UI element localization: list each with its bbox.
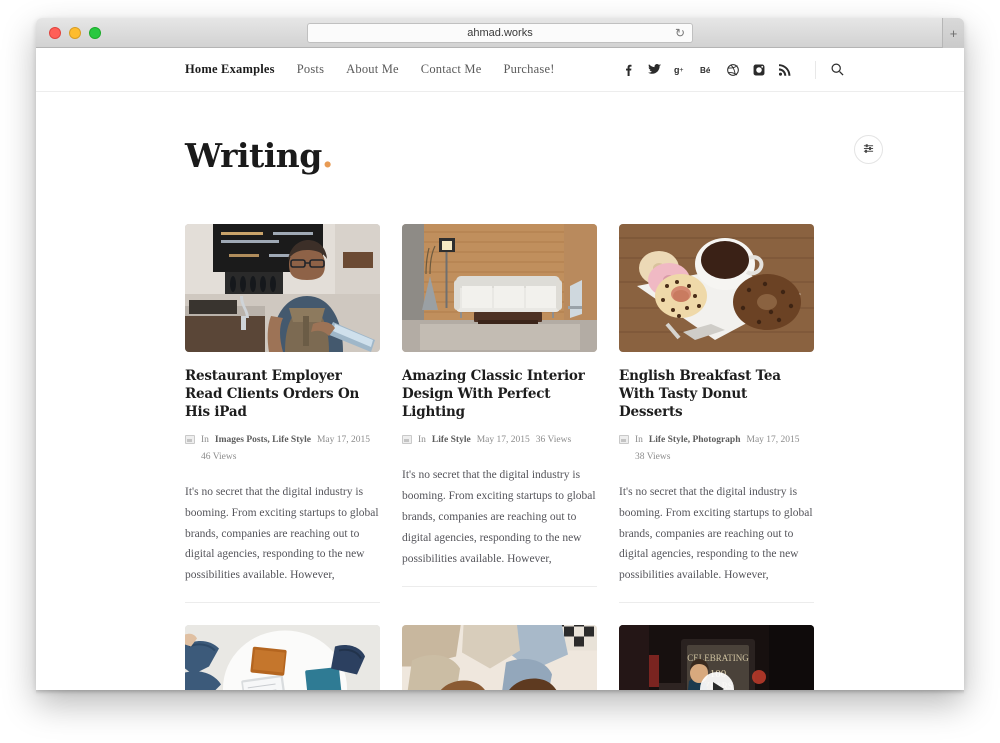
post-thumbnail[interactable] — [402, 224, 597, 352]
dribbble-icon[interactable] — [726, 63, 739, 76]
post-card: English Breakfast Tea With Tasty Donut D… — [619, 224, 814, 604]
post-card: Amazing Classic Interior Design With Per… — [402, 224, 597, 603]
page-title-accent: . — [321, 136, 334, 175]
page-title-text: Writing — [185, 136, 322, 175]
post-meta: In Life Style, Photograph May 17, 2015 3… — [619, 432, 814, 465]
minimize-window-button[interactable] — [69, 26, 81, 39]
social-links: g + Bé — [622, 60, 928, 79]
page-header: Writing. — [185, 135, 928, 185]
traffic-light-buttons — [49, 26, 101, 39]
post-meta: In Life Style May 17, 2015 36 Views — [402, 432, 597, 449]
page-title: Writing. — [185, 139, 928, 172]
post-video-thumbnail[interactable]: CELEBRATING 100 YEARS — [619, 625, 814, 690]
url-text: ahmad.works — [467, 27, 533, 39]
post-meta-line: In Life Style, Photograph May 17, 2015 — [635, 432, 800, 449]
layout-filter-button[interactable] — [854, 135, 883, 164]
nav-item-contact-me[interactable]: Contact Me — [421, 62, 482, 77]
post-categories[interactable]: Life Style — [432, 432, 471, 449]
post-categories[interactable]: Images Posts, Life Style — [215, 432, 311, 449]
search-icon[interactable] — [815, 60, 844, 79]
post-thumbnail[interactable] — [185, 625, 380, 690]
post-excerpt: It's no secret that the digital industry… — [402, 469, 596, 565]
post-views: 46 Views — [201, 452, 237, 463]
post-in-label: In — [635, 435, 643, 446]
post-card: Restaurant Employer Read Clients Orders … — [185, 224, 380, 604]
post-card: CELEBRATING 100 YEARS — [619, 625, 814, 690]
post-grid-row-2: « » CELEBRATING 100 YEARS — [185, 625, 865, 690]
post-title[interactable]: Amazing Classic Interior Design With Per… — [402, 368, 597, 421]
google-plus-icon[interactable]: g + — [674, 63, 687, 76]
post-in-label: In — [418, 435, 426, 446]
donuts-and-coffee-photo — [619, 224, 814, 352]
web-page: Home Examples Posts About Me Contact Me … — [36, 48, 964, 690]
browser-window: ahmad.works ↻ + Home Examples Posts Abou… — [36, 18, 964, 690]
reload-icon[interactable]: ↻ — [675, 27, 685, 39]
instagram-icon[interactable] — [752, 63, 765, 76]
browser-titlebar: ahmad.works ↻ + — [36, 18, 964, 48]
post-views: 38 Views — [635, 452, 671, 463]
post-meta-line: In Images Posts, Life Style May 17, 2015 — [201, 432, 370, 449]
post-meta-line: In Life Style May 17, 2015 36 Views — [418, 432, 571, 449]
nav-item-home-examples[interactable]: Home Examples — [185, 62, 275, 77]
zoom-window-button[interactable] — [89, 26, 101, 39]
nav-links: Home Examples Posts About Me Contact Me … — [185, 62, 555, 77]
post-excerpt: It's no secret that the digital industry… — [619, 485, 813, 582]
site-navbar: Home Examples Posts About Me Contact Me … — [36, 48, 964, 92]
image-post-format-icon — [402, 435, 412, 445]
image-post-format-icon — [619, 435, 629, 445]
desk-from-above-photo — [185, 625, 380, 690]
post-excerpt: It's no secret that the digital industry… — [185, 485, 379, 582]
post-in-label: In — [201, 435, 209, 446]
barista-with-tablet-photo — [185, 224, 380, 352]
post-views: 36 Views — [535, 435, 572, 446]
sliders-icon — [863, 141, 874, 159]
close-window-button[interactable] — [49, 26, 61, 39]
post-card — [185, 625, 380, 690]
post-meta: In Images Posts, Life Style May 17, 2015… — [185, 432, 380, 465]
post-card: « » — [402, 625, 597, 690]
window-bottom-shadow — [36, 690, 964, 694]
card-divider — [402, 585, 597, 587]
post-title[interactable]: English Breakfast Tea With Tasty Donut D… — [619, 368, 814, 421]
new-tab-button[interactable]: + — [942, 18, 964, 48]
facebook-icon[interactable] — [622, 63, 635, 76]
card-divider — [185, 602, 380, 604]
post-title[interactable]: Restaurant Employer Read Clients Orders … — [185, 368, 380, 421]
nav-item-purchase[interactable]: Purchase! — [503, 62, 554, 77]
post-date: May 17, 2015 — [316, 435, 371, 446]
post-grid-row-1: Restaurant Employer Read Clients Orders … — [185, 224, 865, 604]
svg-text:Bé: Bé — [700, 66, 711, 75]
twitter-icon[interactable] — [648, 63, 661, 76]
post-date: May 17, 2015 — [746, 435, 800, 446]
behance-icon[interactable]: Bé — [700, 63, 713, 76]
post-date: May 17, 2015 — [476, 435, 530, 446]
nav-item-about-me[interactable]: About Me — [346, 62, 399, 77]
post-thumbnail-carousel[interactable]: « » — [402, 625, 597, 690]
post-thumbnail[interactable] — [619, 224, 814, 352]
post-categories[interactable]: Life Style, Photograph — [649, 432, 741, 449]
svg-text:+: + — [679, 65, 683, 74]
post-thumbnail[interactable] — [185, 224, 380, 352]
nav-item-posts[interactable]: Posts — [297, 62, 324, 77]
image-post-format-icon — [185, 435, 195, 445]
rss-icon[interactable] — [778, 63, 791, 76]
interior-sofa-photo — [402, 224, 597, 352]
card-divider — [619, 602, 814, 604]
two-girls-lying-photo — [402, 625, 597, 690]
address-bar[interactable]: ahmad.works ↻ — [307, 23, 693, 43]
